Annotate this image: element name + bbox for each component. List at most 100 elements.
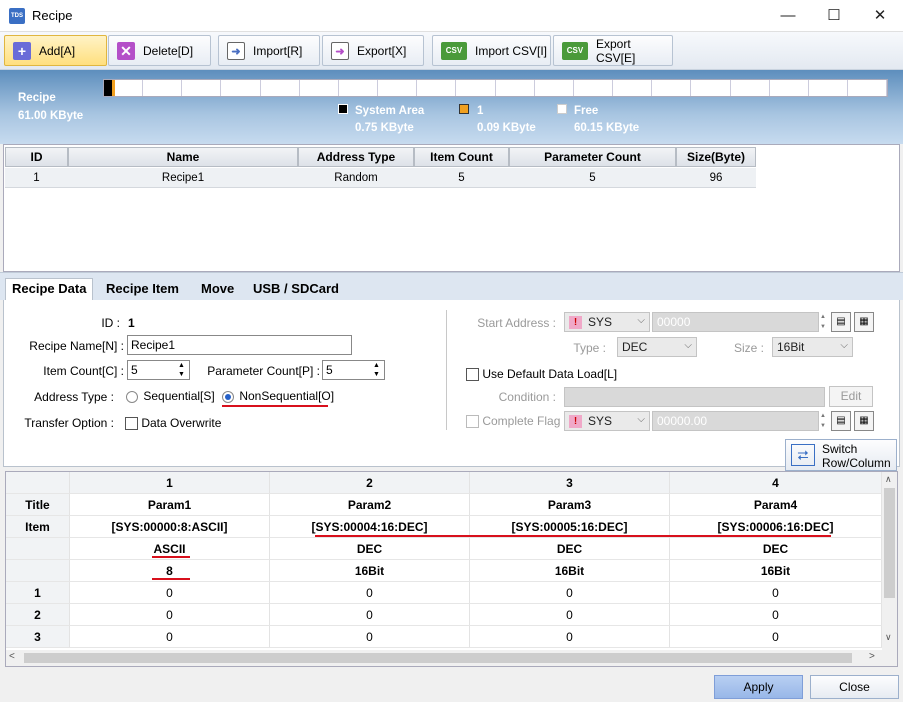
grid-row-header[interactable] xyxy=(6,538,70,560)
grid-cell[interactable]: 0 xyxy=(470,626,670,648)
grid-cell[interactable]: Param4 xyxy=(670,494,882,516)
grid-column-header-1[interactable]: 1 xyxy=(70,472,270,494)
legend-system-size: 0.75 KByte xyxy=(355,122,414,134)
grid-cell[interactable]: 0 xyxy=(270,582,470,604)
column-header-address-type[interactable]: Address Type xyxy=(298,147,414,167)
type-select[interactable]: DEC ⌵ xyxy=(617,337,697,357)
grid-cell[interactable]: Param3 xyxy=(470,494,670,516)
grid-cell[interactable]: 0 xyxy=(670,604,882,626)
address-picker-icon[interactable]: ▤ xyxy=(831,312,851,332)
chevron-down-icon: ⌵ xyxy=(637,315,645,326)
grid-row-header[interactable]: Item xyxy=(6,516,70,538)
grid-cell[interactable]: 16Bit xyxy=(470,560,670,582)
recipe-list: ID Name Address Type Item Count Paramete… xyxy=(3,144,900,272)
vertical-scroll-thumb[interactable] xyxy=(884,488,895,598)
column-header-size[interactable]: Size(Byte) xyxy=(676,147,756,167)
spin-arrows-icon[interactable]: ▲ ▼ xyxy=(174,361,189,379)
size-select[interactable]: 16Bit ⌵ xyxy=(772,337,853,357)
data-overwrite-label: Data Overwrite xyxy=(141,416,222,430)
grid-cell[interactable]: 16Bit xyxy=(270,560,470,582)
scroll-down-icon[interactable]: ∨ xyxy=(885,632,892,643)
grid-cell[interactable]: 0 xyxy=(270,626,470,648)
column-header-parameter-count[interactable]: Parameter Count xyxy=(509,147,676,167)
grid-cell[interactable]: 0 xyxy=(470,582,670,604)
column-header-item-count[interactable]: Item Count xyxy=(414,147,509,167)
complete-flag-checkbox[interactable]: Complete Flag : xyxy=(466,414,567,429)
radio-icon xyxy=(126,390,138,403)
vertical-scrollbar[interactable]: ∧ ∨ xyxy=(882,472,897,650)
flag-picker-icon[interactable]: ▤ xyxy=(831,411,851,431)
scroll-up-icon[interactable]: ∧ xyxy=(885,474,892,485)
grid-row-header[interactable]: 2 xyxy=(6,604,70,626)
switch-row-column-button[interactable]: ⮂ Switch Row/Column xyxy=(785,439,897,471)
column-header-name[interactable]: Name xyxy=(68,147,298,167)
grid-cell[interactable]: 0 xyxy=(270,604,470,626)
grid-row-header[interactable]: 1 xyxy=(6,582,70,604)
grid-column-header-3[interactable]: 3 xyxy=(470,472,670,494)
item-count-label: Item Count[C] : xyxy=(43,364,124,378)
column-header-id[interactable]: ID xyxy=(5,147,68,167)
item-count-stepper[interactable]: 5 ▲ ▼ xyxy=(127,360,190,380)
grid-cell[interactable]: Param2 xyxy=(270,494,470,516)
grid-row-header[interactable]: Title xyxy=(6,494,70,516)
keypad-icon[interactable]: ▦ xyxy=(854,411,874,431)
edit-button[interactable]: Edit xyxy=(829,386,873,407)
csv-export-icon: CSV xyxy=(562,41,588,60)
start-address-device-select[interactable]: ! SYS ⌵ xyxy=(564,312,650,332)
grid-cell[interactable]: DEC xyxy=(670,538,882,560)
delete-label: Delete[D] xyxy=(143,43,194,58)
grid-row-header[interactable] xyxy=(6,560,70,582)
grid-column-header-4[interactable]: 4 xyxy=(670,472,882,494)
complete-flag-input[interactable]: 00000.00 xyxy=(652,411,819,431)
add-button[interactable]: + Add[A] xyxy=(4,35,107,66)
export-button[interactable]: ➜ Export[X] xyxy=(322,35,424,66)
horizontal-scroll-thumb[interactable] xyxy=(24,653,852,663)
export-csv-button[interactable]: CSV Export CSV[E] xyxy=(553,35,673,66)
data-overwrite-checkbox[interactable]: Data Overwrite xyxy=(125,416,222,431)
close-window-button[interactable]: ✕ xyxy=(857,0,903,32)
scroll-right-icon[interactable]: > xyxy=(869,651,875,662)
sequential-radio[interactable]: Sequential[S] xyxy=(126,389,215,403)
grid-cell[interactable]: 0 xyxy=(70,626,270,648)
export-csv-label: Export CSV[E] xyxy=(596,36,636,65)
id-label: ID : xyxy=(101,316,120,330)
condition-input[interactable] xyxy=(564,387,825,407)
import-csv-button[interactable]: CSV Import CSV[I] xyxy=(432,35,551,66)
sys-device-icon: ! xyxy=(569,316,582,330)
grid-cell[interactable]: 0 xyxy=(470,604,670,626)
grid-row-header[interactable]: 3 xyxy=(6,626,70,648)
grid-cell[interactable]: 0 xyxy=(670,582,882,604)
memory-bar xyxy=(103,79,888,97)
plus-icon: + xyxy=(13,41,31,60)
flag-spin-icon[interactable]: ▲ ▼ xyxy=(820,411,830,431)
recipe-name-input[interactable]: Recipe1 xyxy=(127,335,352,355)
address-spin-icon[interactable]: ▲ ▼ xyxy=(820,312,830,332)
scroll-left-icon[interactable]: < xyxy=(9,651,15,662)
nonsequential-radio[interactable]: NonSequential[O] xyxy=(222,389,334,403)
tab-recipe-item[interactable]: Recipe Item xyxy=(100,279,185,301)
grid-cell[interactable]: DEC xyxy=(270,538,470,560)
grid-cell[interactable]: 16Bit xyxy=(670,560,882,582)
maximize-button[interactable]: ☐ xyxy=(811,0,857,32)
keypad-icon[interactable]: ▦ xyxy=(854,312,874,332)
grid-cell[interactable]: DEC xyxy=(470,538,670,560)
grid-column-header-2[interactable]: 2 xyxy=(270,472,470,494)
grid-cell[interactable]: Param1 xyxy=(70,494,270,516)
tab-move[interactable]: Move xyxy=(195,279,240,301)
close-button[interactable]: Close xyxy=(810,675,899,699)
tab-usb-sdcard[interactable]: USB / SDCard xyxy=(247,279,345,301)
complete-flag-device-select[interactable]: ! SYS ⌵ xyxy=(564,411,650,431)
grid-cell[interactable]: 0 xyxy=(670,626,882,648)
spin-arrows-icon[interactable]: ▲ ▼ xyxy=(369,361,384,379)
parameter-count-stepper[interactable]: 5 ▲ ▼ xyxy=(322,360,385,380)
import-button[interactable]: ➜ Import[R] xyxy=(218,35,320,66)
minimize-button[interactable]: — xyxy=(765,0,811,32)
use-default-data-load-checkbox[interactable]: Use Default Data Load[L] xyxy=(466,367,617,382)
horizontal-scrollbar[interactable]: < > xyxy=(6,650,897,666)
start-address-input[interactable]: 00000 xyxy=(652,312,819,332)
grid-cell[interactable]: 0 xyxy=(70,582,270,604)
delete-button[interactable]: ✕ Delete[D] xyxy=(108,35,211,66)
grid-cell[interactable]: [SYS:00000:8:ASCII] xyxy=(70,516,270,538)
grid-cell[interactable]: 0 xyxy=(70,604,270,626)
apply-button[interactable]: Apply xyxy=(714,675,803,699)
